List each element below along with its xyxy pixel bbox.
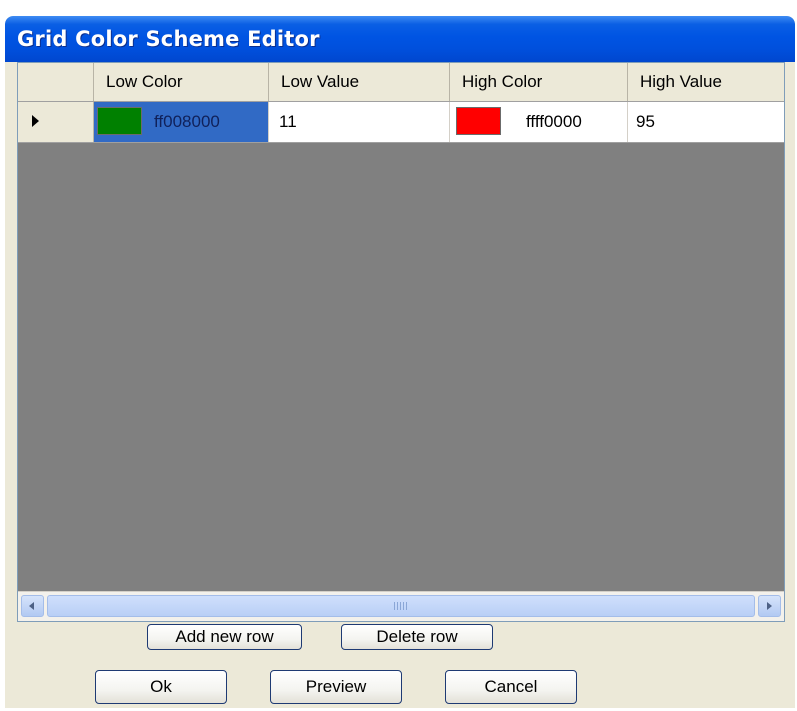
title-bar[interactable]: Grid Color Scheme Editor: [5, 16, 795, 62]
high-color-hex: ffff0000: [526, 112, 582, 131]
high-color-cell[interactable]: ffff0000: [450, 102, 628, 142]
scroll-right-arrow-icon: [767, 602, 772, 610]
row-header[interactable]: [18, 102, 94, 142]
high-color-swatch[interactable]: [456, 107, 501, 135]
current-row-arrow-icon: [32, 115, 39, 127]
scroll-right-button[interactable]: [758, 595, 781, 617]
scrollbar-thumb[interactable]: [47, 595, 755, 617]
column-header-high-color[interactable]: High Color: [450, 63, 628, 101]
grid-header-row: Low Color Low Value High Color High Valu…: [18, 63, 784, 102]
table-row[interactable]: ff008000 11 ffff0000 95: [18, 102, 784, 143]
ok-button[interactable]: Ok: [95, 670, 227, 704]
low-color-hex: ff008000: [154, 112, 220, 131]
window-title: Grid Color Scheme Editor: [17, 27, 320, 51]
dialog-window: Grid Color Scheme Editor Low Color Low V…: [5, 16, 795, 708]
low-value-cell[interactable]: 11: [269, 102, 450, 142]
column-header-high-value[interactable]: High Value: [628, 63, 784, 101]
column-header-low-value[interactable]: Low Value: [269, 63, 450, 101]
row-header-corner: [18, 63, 94, 101]
low-color-swatch[interactable]: [97, 107, 142, 135]
low-color-cell[interactable]: ff008000: [94, 102, 269, 142]
horizontal-scrollbar[interactable]: [18, 591, 784, 621]
delete-row-button[interactable]: Delete row: [341, 624, 493, 650]
high-value-cell[interactable]: 95: [628, 102, 784, 142]
cancel-button[interactable]: Cancel: [445, 670, 577, 704]
preview-button[interactable]: Preview: [270, 670, 402, 704]
scroll-grip-icon: [394, 602, 408, 610]
scroll-left-button[interactable]: [21, 595, 44, 617]
add-new-row-button[interactable]: Add new row: [147, 624, 302, 650]
column-header-low-color[interactable]: Low Color: [94, 63, 269, 101]
color-scheme-grid: Low Color Low Value High Color High Valu…: [17, 62, 785, 622]
scroll-left-arrow-icon: [29, 602, 34, 610]
